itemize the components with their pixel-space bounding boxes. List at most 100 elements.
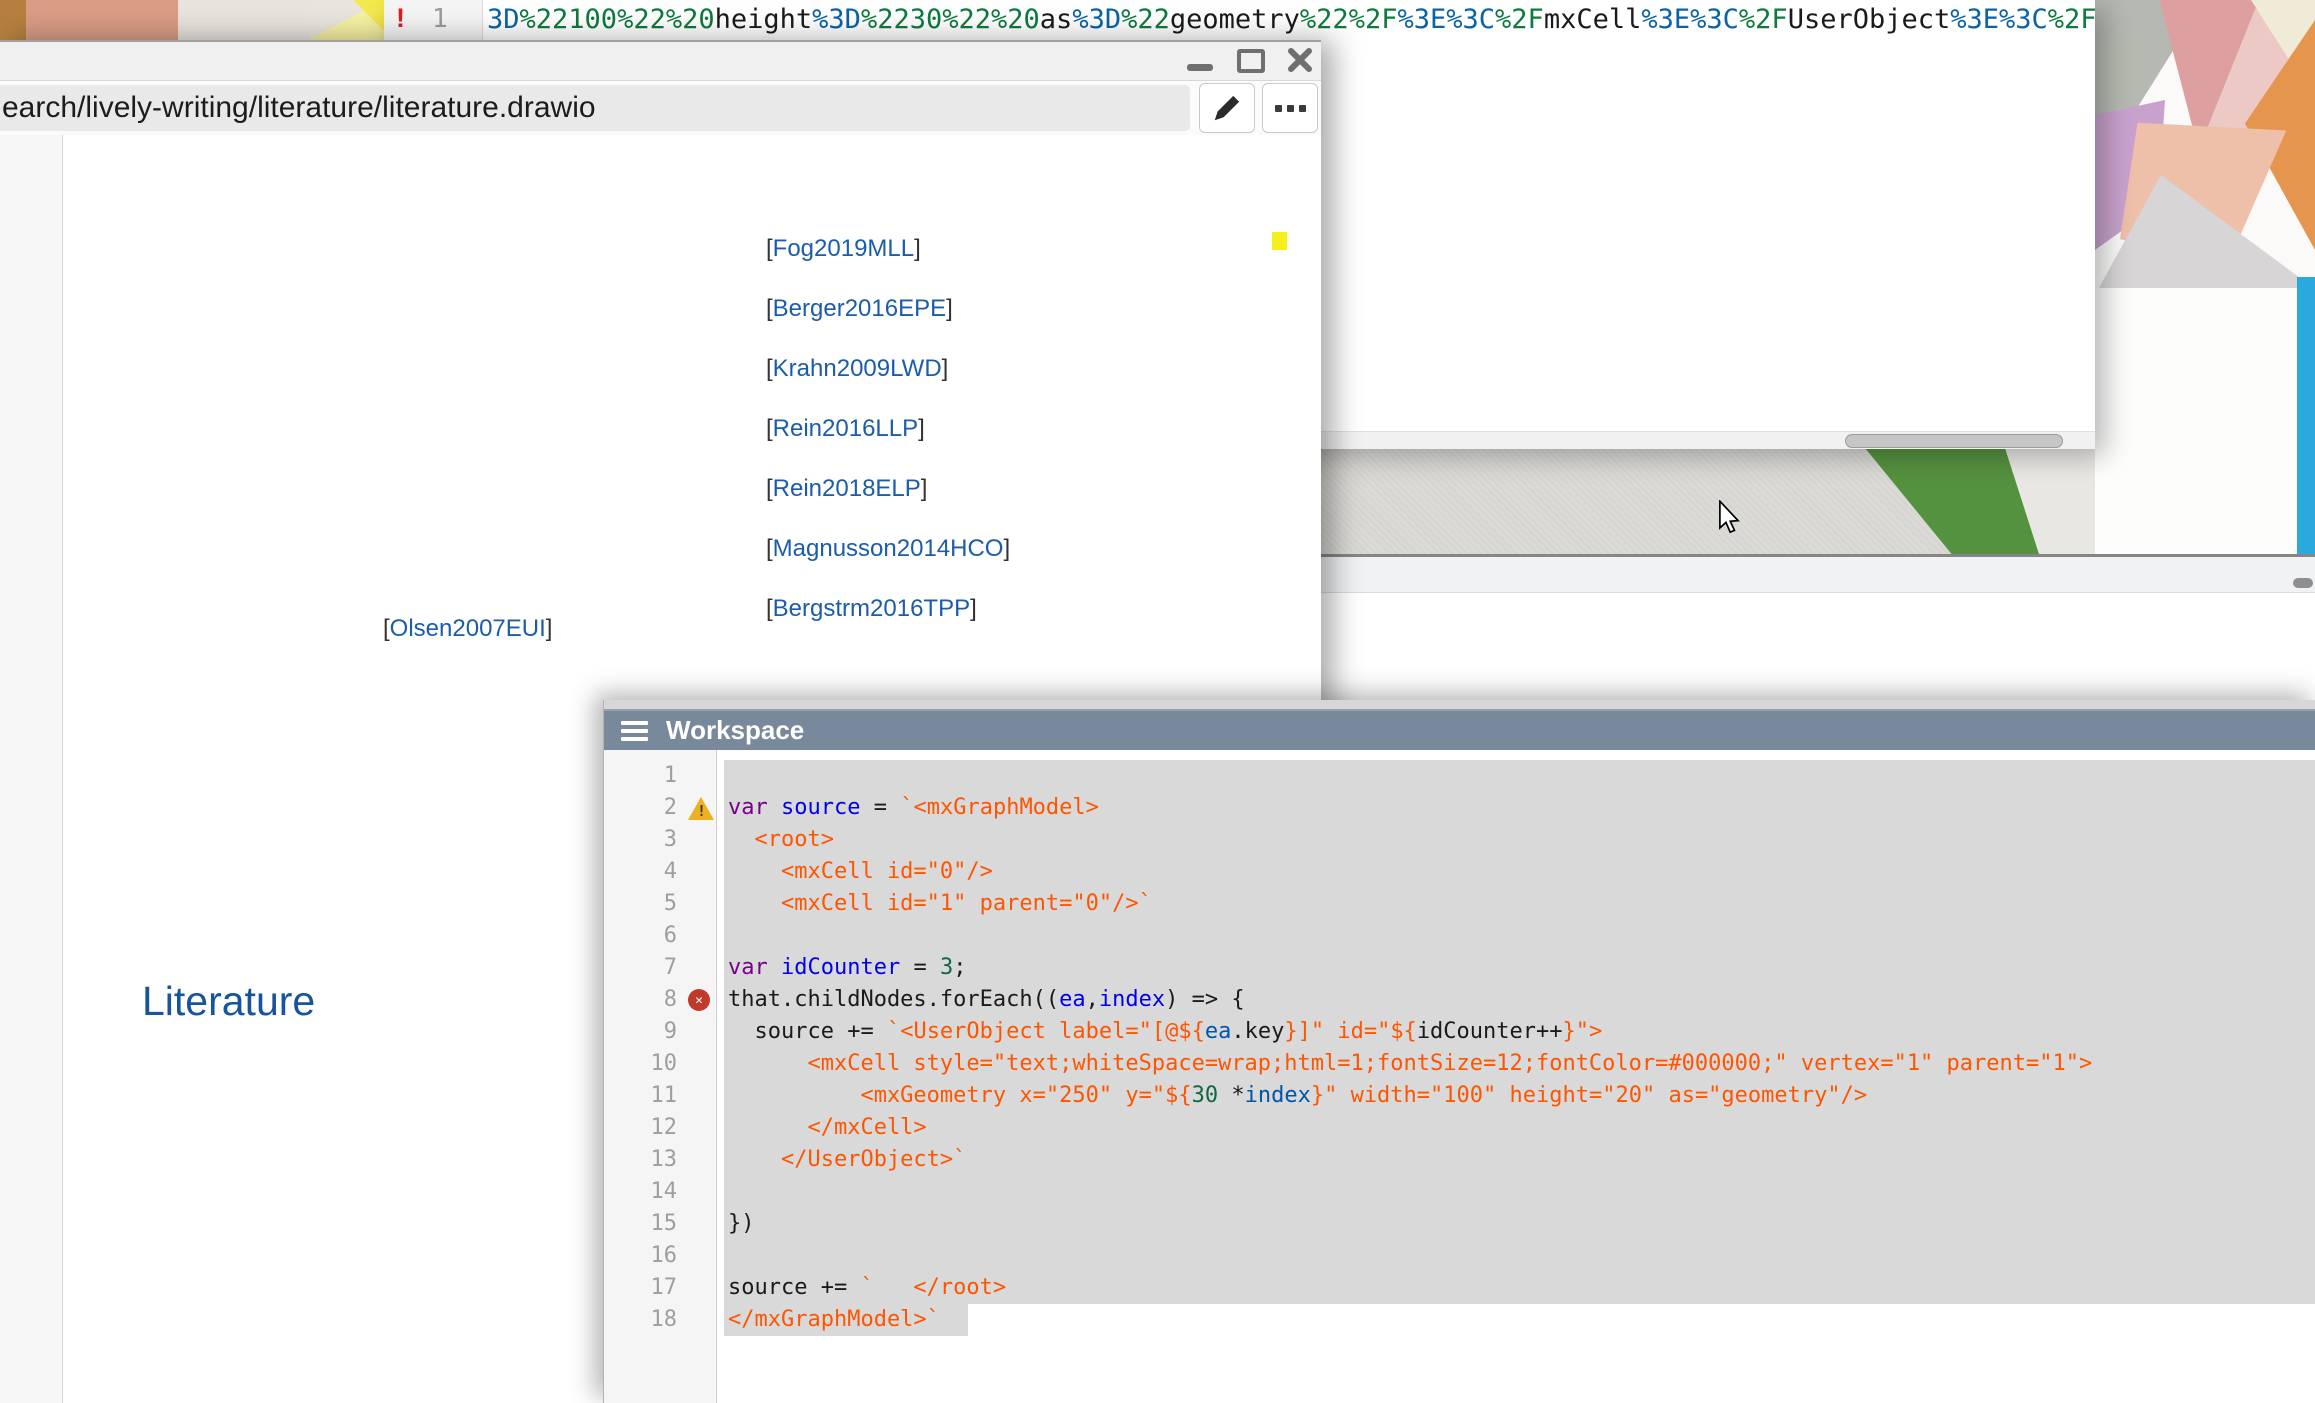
code-token: 3D [487, 4, 520, 35]
code-token: " width="100" height="20" as="geometry"/… [1324, 1083, 1867, 1108]
code-line-14[interactable] [728, 1176, 2315, 1208]
code-line-6[interactable] [728, 920, 2315, 952]
code-line-15[interactable]: }) [728, 1208, 2315, 1240]
wallpaper-carpet-band [1321, 448, 2095, 557]
wallpaper-green-stripe [1321, 448, 2095, 557]
code-token: ` </root> [860, 1275, 1006, 1300]
code-token: 100 [568, 4, 617, 35]
line-number: 14 [604, 1176, 677, 1208]
warning-icon: ! [688, 797, 713, 821]
line-number: 4 [604, 856, 677, 888]
code-token: source [781, 795, 860, 820]
code-token: ea [1205, 1019, 1232, 1044]
code-token: 30 [910, 4, 943, 35]
panel-toolbar [1321, 557, 2315, 593]
code-line-4[interactable]: <mxCell id="0"/> [728, 856, 2315, 888]
line-number: 1 [604, 760, 677, 792]
code-line-11[interactable]: <mxGeometry x="250" y="${30 *index}" wid… [728, 1080, 2315, 1112]
code-line-18[interactable]: </mxGraphModel>` [728, 1304, 2315, 1336]
citation-link[interactable]: Bergstrm2016TPP [773, 595, 970, 622]
hamburger-menu-icon[interactable] [621, 721, 648, 741]
workspace-title: Workspace [666, 715, 804, 746]
code-line-16[interactable] [728, 1240, 2315, 1272]
code-token: %22%20 [617, 4, 715, 35]
drawio-toolbar [0, 81, 1321, 135]
line-number: 10 [604, 1048, 677, 1080]
more-options-button[interactable] [1262, 83, 1318, 133]
wallpaper-white-area [2095, 288, 2315, 557]
line-number: 6 [604, 920, 677, 952]
code-line-8[interactable]: that.childNodes.forEach((ea,index) => { [728, 984, 2315, 1016]
scrollbar-nub-handle[interactable] [2293, 578, 2313, 588]
citation-link[interactable]: Rein2016LLP [773, 415, 918, 442]
citation-link[interactable]: Krahn2009LWD [773, 355, 942, 382]
code-token: .key [1231, 1019, 1284, 1044]
citation-item: [Magnusson2014HCO] [766, 535, 1010, 563]
error-marker-icon: ! [396, 3, 405, 34]
close-button[interactable] [1286, 46, 1314, 74]
code-token: </UserObject>` [728, 1147, 966, 1172]
code-token: <mxCell id="1" parent="0"/>` [728, 891, 1152, 916]
code-line-17[interactable]: source += ` </root> [728, 1272, 2315, 1304]
mouse-cursor [1716, 500, 1742, 534]
ellipsis-icon [1287, 105, 1294, 112]
line-number: 3 [604, 824, 677, 856]
citation-link[interactable]: Fog2019MLL [773, 235, 914, 262]
citation-link[interactable]: Olsen2007EUI [390, 615, 546, 642]
citation-item: [Berger2016EPE] [766, 295, 953, 323]
code-line-5[interactable]: <mxCell id="1" parent="0"/>` [728, 888, 2315, 920]
citation-link[interactable]: Rein2018ELP [773, 475, 921, 502]
code-token: } [1311, 1083, 1324, 1108]
code-line-10[interactable]: <mxCell style="text;whiteSpace=wrap;html… [728, 1048, 2315, 1080]
workspace-titlebar[interactable]: Workspace [604, 711, 2315, 750]
horizontal-scrollbar-handle[interactable] [1845, 434, 2063, 448]
code-line-7[interactable]: var idCounter = 3; [728, 952, 2315, 984]
canvas-title: Literature [142, 978, 315, 1025]
code-line-13[interactable]: </UserObject>` [728, 1144, 2315, 1176]
minimize-button[interactable] [1187, 64, 1213, 71]
code-line-2[interactable]: var source = `<mxGraphModel> [728, 792, 2315, 824]
workspace-code-editor[interactable]: 12! var source = `<mxGraphModel> 3 <root> 4… [604, 750, 2315, 1403]
citation-item: [Olsen2007EUI] [383, 615, 552, 643]
code-line-3[interactable]: <root> [728, 824, 2315, 856]
code-token: %3E%3C [1397, 4, 1495, 35]
code-token: * [1218, 1083, 1245, 1108]
edit-button[interactable] [1199, 83, 1255, 133]
code-token: var [728, 955, 768, 980]
code-token: index [1245, 1083, 1311, 1108]
code-token: %22 [520, 4, 569, 35]
wallpaper-cyan-stripe [2297, 277, 2315, 557]
code-token: index [1099, 987, 1165, 1012]
ellipsis-icon [1299, 105, 1306, 112]
drawio-titlebar[interactable] [0, 42, 1321, 81]
code-line-1[interactable] [728, 760, 2315, 792]
background-panel-window [1321, 554, 2315, 715]
citation-item: [Rein2018ELP] [766, 475, 927, 503]
yellow-note-marker[interactable] [1272, 232, 1287, 250]
code-line-12[interactable]: </mxCell> [728, 1112, 2315, 1144]
workspace-top-frame [604, 700, 2315, 711]
file-path-input[interactable] [0, 85, 1190, 131]
citation-link[interactable]: Berger2016EPE [773, 295, 946, 322]
code-token: %3E%3C [1641, 4, 1739, 35]
citation-link[interactable]: Magnusson2014HCO [773, 535, 1004, 562]
code-token: , [1086, 987, 1099, 1012]
code-token: 3 [940, 955, 953, 980]
code-token: as [1040, 4, 1073, 35]
code-token: ) => { [1165, 987, 1244, 1012]
wallpaper-top-right [2095, 0, 2315, 557]
canvas-margin-strip [0, 135, 63, 1403]
code-token: %2F [1349, 4, 1398, 35]
code-token: %22 [861, 4, 910, 35]
background-code-line[interactable]: 3D%22100%22%20height%3D%2230%22%20as%3D%… [487, 4, 2095, 35]
line-number: 12 [604, 1112, 677, 1144]
code-token: geometry [1170, 4, 1300, 35]
maximize-button[interactable] [1237, 49, 1265, 73]
wallpaper-triangle [178, 0, 310, 44]
code-token: %22%20 [942, 4, 1040, 35]
code-line-9[interactable]: source += `<UserObject label="[@${ea.key… [728, 1016, 2315, 1048]
code-token: %2F [1739, 4, 1788, 35]
code-token: %3E%3C [1950, 4, 2048, 35]
code-token: } [1284, 1019, 1297, 1044]
code-token: `<UserObject label="[@ [887, 1019, 1178, 1044]
